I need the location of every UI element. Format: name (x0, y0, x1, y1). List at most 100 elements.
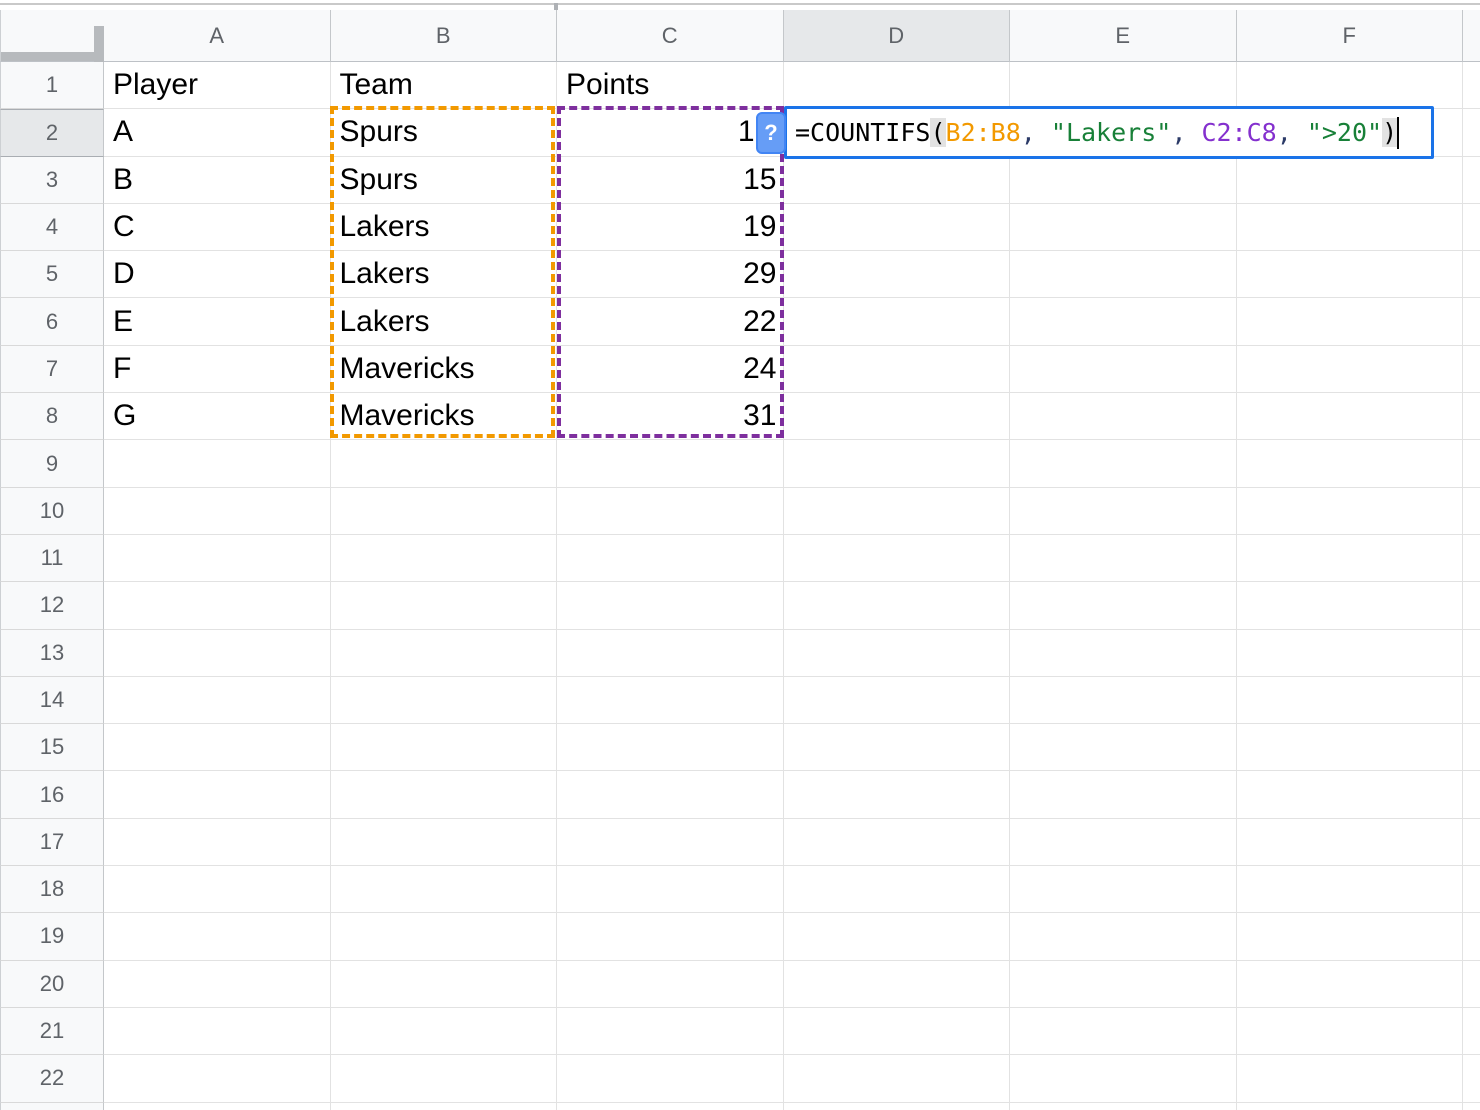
row-header-12[interactable]: 12 (0, 582, 104, 629)
row-header-18[interactable]: 18 (0, 866, 104, 913)
cell-partial-16[interactable] (1463, 771, 1480, 818)
cell-C14[interactable] (557, 677, 784, 724)
cell-C20[interactable] (557, 961, 784, 1008)
cell-E5[interactable] (1010, 251, 1237, 298)
cell-F22[interactable] (1237, 1055, 1464, 1102)
cell-partial-2[interactable] (1463, 109, 1480, 156)
cell-C22[interactable] (557, 1055, 784, 1102)
cell-F3[interactable] (1237, 157, 1464, 204)
cell-B15[interactable] (331, 724, 558, 771)
row-header-1[interactable]: 1 (0, 62, 104, 109)
cell-F1[interactable] (1237, 62, 1464, 109)
column-header-D[interactable]: D (784, 10, 1011, 62)
cell-D4[interactable] (784, 204, 1011, 251)
cell-partial-22[interactable] (1463, 1055, 1480, 1102)
cell-B22[interactable] (331, 1055, 558, 1102)
cell-partial-21[interactable] (1463, 1008, 1480, 1055)
cell-C9[interactable] (557, 440, 784, 487)
row-header-19[interactable]: 19 (0, 913, 104, 960)
cell-B1[interactable]: Team (331, 62, 558, 109)
cell-D18[interactable] (784, 866, 1011, 913)
cell-A11[interactable] (104, 535, 331, 582)
cell-A20[interactable] (104, 961, 331, 1008)
cell-E20[interactable] (1010, 961, 1237, 1008)
cell-E13[interactable] (1010, 630, 1237, 677)
row-header-2[interactable]: 2 (0, 109, 104, 156)
cell-D22[interactable] (784, 1055, 1011, 1102)
cell-A16[interactable] (104, 771, 331, 818)
row-header-9[interactable]: 9 (0, 440, 104, 487)
cell-F21[interactable] (1237, 1008, 1464, 1055)
cell-B9[interactable] (331, 440, 558, 487)
cell-B20[interactable] (331, 961, 558, 1008)
cell-partial-10[interactable] (1463, 488, 1480, 535)
cell-C23[interactable] (557, 1103, 784, 1110)
cell-D19[interactable] (784, 913, 1011, 960)
cell-D21[interactable] (784, 1008, 1011, 1055)
cell-C17[interactable] (557, 819, 784, 866)
cell-C10[interactable] (557, 488, 784, 535)
cell-E8[interactable] (1010, 393, 1237, 440)
row-header-23[interactable]: 23 (0, 1103, 104, 1110)
cell-partial-6[interactable] (1463, 298, 1480, 345)
cell-F13[interactable] (1237, 630, 1464, 677)
cell-E18[interactable] (1010, 866, 1237, 913)
cell-D11[interactable] (784, 535, 1011, 582)
cell-D10[interactable] (784, 488, 1011, 535)
cell-A19[interactable] (104, 913, 331, 960)
cell-C13[interactable] (557, 630, 784, 677)
cell-F23[interactable] (1237, 1103, 1464, 1110)
row-header-14[interactable]: 14 (0, 677, 104, 724)
cell-D7[interactable] (784, 346, 1011, 393)
column-header-C[interactable]: C (557, 10, 784, 62)
cell-F9[interactable] (1237, 440, 1464, 487)
cell-D23[interactable] (784, 1103, 1011, 1110)
cell-F7[interactable] (1237, 346, 1464, 393)
row-header-6[interactable]: 6 (0, 298, 104, 345)
cell-C19[interactable] (557, 913, 784, 960)
cell-C21[interactable] (557, 1008, 784, 1055)
cell-D1[interactable] (784, 62, 1011, 109)
cell-E11[interactable] (1010, 535, 1237, 582)
cell-D20[interactable] (784, 961, 1011, 1008)
cell-A6[interactable]: E (104, 298, 331, 345)
row-header-16[interactable]: 16 (0, 771, 104, 818)
cell-E22[interactable] (1010, 1055, 1237, 1102)
cell-partial-20[interactable] (1463, 961, 1480, 1008)
cell-A23[interactable] (104, 1103, 331, 1110)
cell-A8[interactable]: G (104, 393, 331, 440)
cell-E21[interactable] (1010, 1008, 1237, 1055)
cell-F18[interactable] (1237, 866, 1464, 913)
cell-A5[interactable]: D (104, 251, 331, 298)
cell-B19[interactable] (331, 913, 558, 960)
formula-help-button[interactable]: ? (756, 112, 786, 154)
cell-partial-8[interactable] (1463, 393, 1480, 440)
cell-B23[interactable] (331, 1103, 558, 1110)
cell-A17[interactable] (104, 819, 331, 866)
column-header-E[interactable]: E (1010, 10, 1237, 62)
cell-partial-4[interactable] (1463, 204, 1480, 251)
cell-E10[interactable] (1010, 488, 1237, 535)
cell-editor[interactable]: =COUNTIFS(B2:B8, "Lakers", C2:C8, ">20") (784, 106, 1434, 159)
cell-partial-17[interactable] (1463, 819, 1480, 866)
cell-F5[interactable] (1237, 251, 1464, 298)
cell-F15[interactable] (1237, 724, 1464, 771)
cell-C1[interactable]: Points (557, 62, 784, 109)
cell-F17[interactable] (1237, 819, 1464, 866)
cell-D12[interactable] (784, 582, 1011, 629)
column-header-partial[interactable] (1463, 10, 1480, 62)
cell-A3[interactable]: B (104, 157, 331, 204)
cell-D8[interactable] (784, 393, 1011, 440)
cell-D15[interactable] (784, 724, 1011, 771)
cell-A15[interactable] (104, 724, 331, 771)
cell-A14[interactable] (104, 677, 331, 724)
cell-F6[interactable] (1237, 298, 1464, 345)
cell-E17[interactable] (1010, 819, 1237, 866)
cell-partial-1[interactable] (1463, 62, 1480, 109)
cell-F19[interactable] (1237, 913, 1464, 960)
cell-E3[interactable] (1010, 157, 1237, 204)
cell-F4[interactable] (1237, 204, 1464, 251)
cell-D17[interactable] (784, 819, 1011, 866)
cell-A7[interactable]: F (104, 346, 331, 393)
row-header-10[interactable]: 10 (0, 488, 104, 535)
